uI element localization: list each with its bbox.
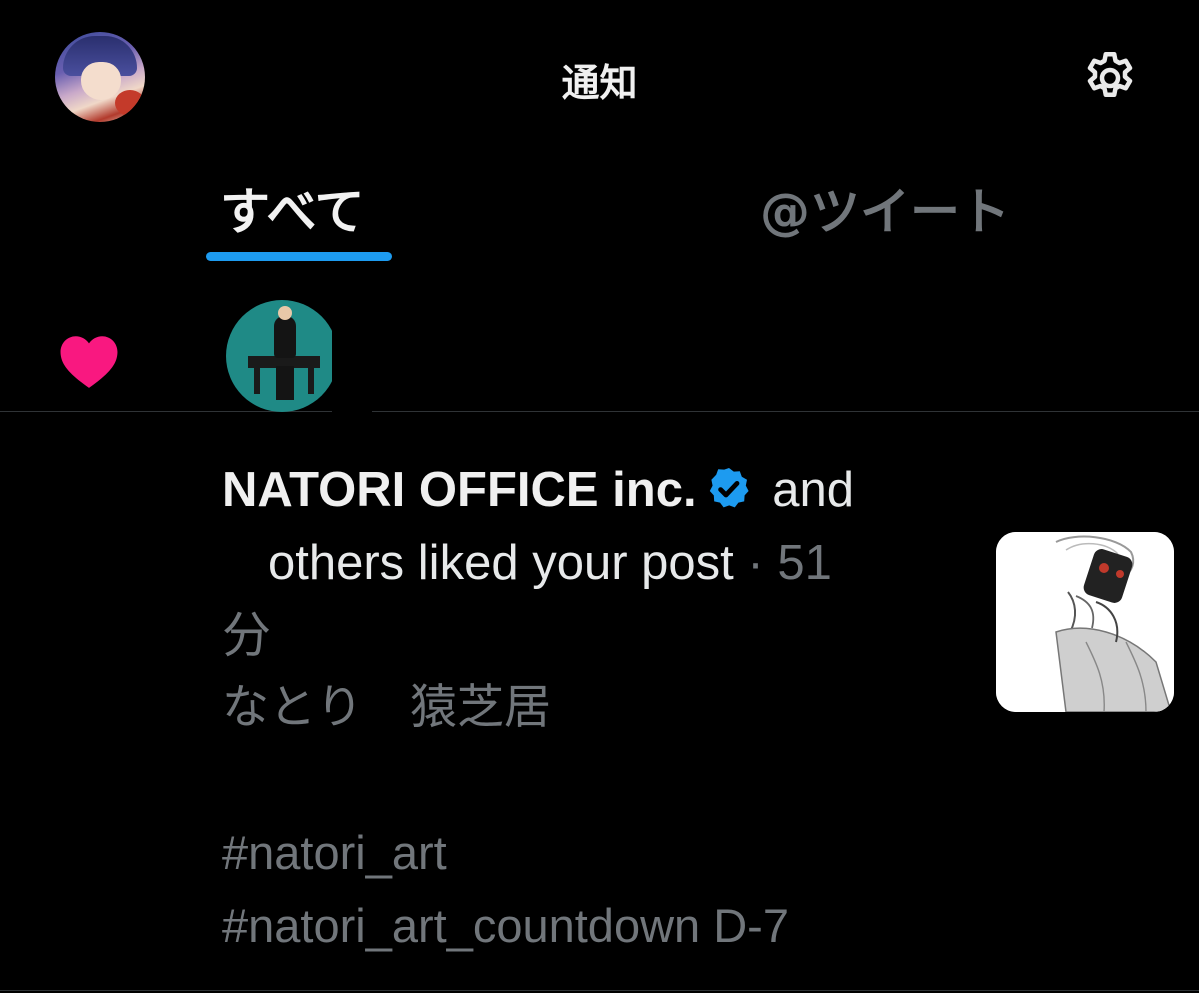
separator-dot: · — [747, 536, 764, 590]
avatar-person — [274, 316, 296, 358]
avatar-desk-leg — [308, 366, 314, 394]
account-name[interactable]: NATORI OFFICE inc. — [222, 463, 697, 517]
redaction-cover — [332, 300, 372, 420]
active-tab-indicator — [206, 252, 392, 261]
bottom-divider — [0, 990, 1199, 991]
time-value: 51 — [777, 536, 832, 590]
notification-tabs: すべて @ツイート — [0, 150, 1199, 412]
heart-icon — [57, 332, 121, 390]
conjunction-text: and — [772, 463, 854, 517]
post-hashtag: #natori_art_countdown D-7 — [222, 899, 789, 952]
gear-icon — [1087, 52, 1133, 97]
liker-avatar[interactable] — [226, 300, 338, 412]
avatar-head — [278, 306, 292, 320]
thumbnail-illustration — [996, 532, 1174, 712]
like-notification[interactable]: NATORI OFFICE inc. and others liked your … — [0, 262, 1199, 993]
avatar-person-legs — [276, 366, 294, 400]
notification-text: NATORI OFFICE inc. and others liked your … — [222, 454, 942, 673]
page-title: 通知 — [561, 61, 638, 105]
settings-button[interactable] — [1080, 48, 1140, 108]
verified-badge-icon — [709, 468, 749, 508]
avatar-desk-leg — [254, 366, 260, 394]
post-line: なとり 猿芝居 — [222, 680, 551, 733]
time-unit: 分 — [222, 609, 272, 663]
tab-all[interactable]: すべて — [220, 172, 365, 244]
post-text[interactable]: なとり 猿芝居 #natori_art #natori_art_countdow… — [222, 670, 982, 962]
post-hashtag: #natori_art — [222, 826, 447, 879]
action-text: others liked your post — [268, 536, 734, 590]
top-bar: 通知 — [0, 0, 1199, 150]
post-line — [222, 743, 982, 816]
tab-mentions[interactable]: @ツイート — [760, 172, 1010, 244]
post-thumbnail[interactable] — [996, 532, 1174, 712]
